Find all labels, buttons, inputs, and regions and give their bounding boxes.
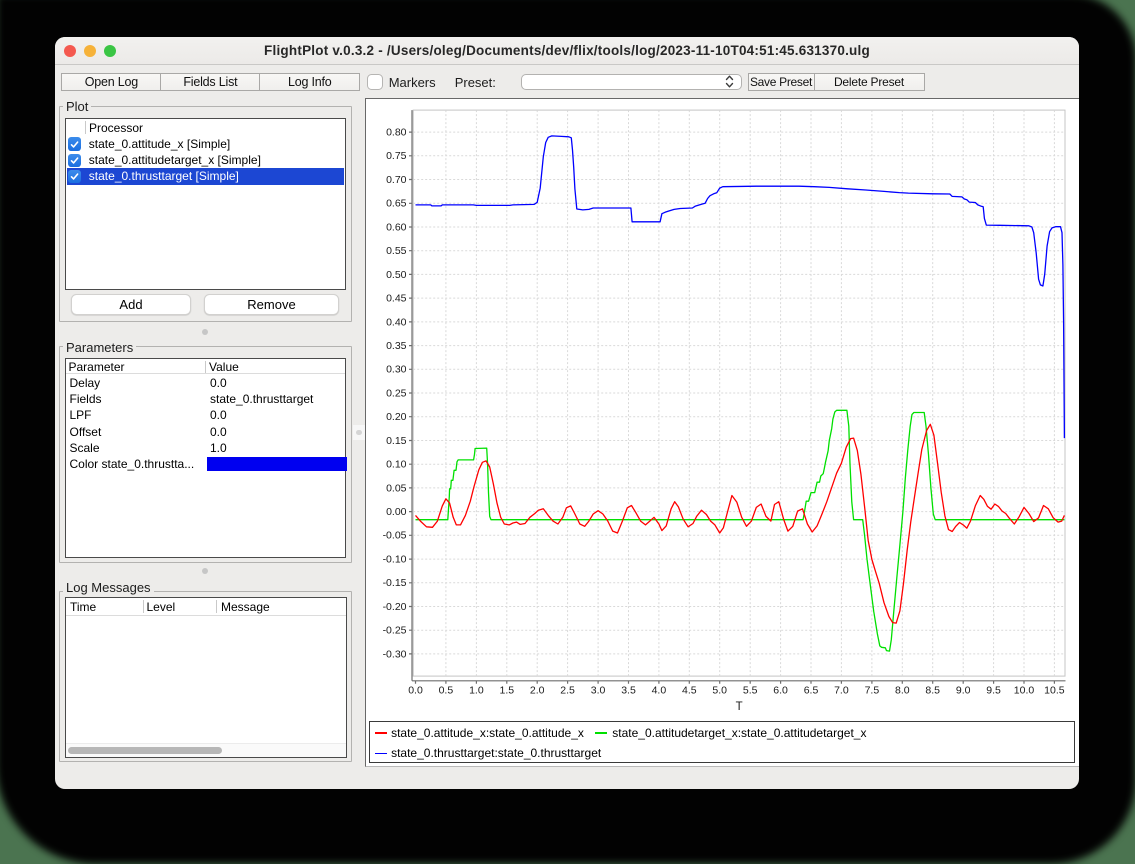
svg-text:0.65: 0.65 [386,197,407,209]
svg-text:9.0: 9.0 [956,684,971,696]
svg-text:1.0: 1.0 [469,684,484,696]
svg-text:8.0: 8.0 [895,684,910,696]
svg-text:-0.10: -0.10 [383,553,407,565]
svg-text:0.30: 0.30 [386,363,407,375]
svg-text:6.0: 6.0 [774,684,789,696]
svg-text:1.5: 1.5 [500,684,515,696]
svg-text:0.45: 0.45 [386,292,407,304]
svg-text:8.5: 8.5 [926,684,941,696]
svg-text:2.0: 2.0 [530,684,545,696]
svg-text:0.10: 0.10 [386,458,407,470]
svg-text:4.5: 4.5 [682,684,697,696]
svg-text:0.75: 0.75 [386,150,407,162]
svg-text:0.20: 0.20 [386,411,407,423]
svg-text:0.25: 0.25 [386,387,407,399]
svg-text:10.0: 10.0 [1014,684,1035,696]
svg-text:-0.30: -0.30 [383,648,407,660]
svg-text:6.5: 6.5 [804,684,819,696]
svg-text:4.0: 4.0 [652,684,667,696]
svg-text:-0.05: -0.05 [383,529,407,541]
svg-text:9.5: 9.5 [987,684,1002,696]
svg-text:0.55: 0.55 [386,245,407,257]
svg-text:0.60: 0.60 [386,221,407,233]
svg-text:0.80: 0.80 [386,126,407,138]
svg-text:3.5: 3.5 [621,684,636,696]
svg-text:7.0: 7.0 [834,684,849,696]
svg-text:0.15: 0.15 [386,434,407,446]
svg-text:-0.25: -0.25 [383,624,407,636]
svg-text:7.5: 7.5 [865,684,880,696]
svg-text:0.05: 0.05 [386,482,407,494]
svg-text:0.40: 0.40 [386,316,407,328]
svg-text:0.70: 0.70 [386,173,407,185]
svg-text:5.5: 5.5 [743,684,758,696]
svg-text:10.5: 10.5 [1044,684,1065,696]
svg-text:-0.15: -0.15 [383,577,407,589]
svg-text:0.00: 0.00 [386,506,407,518]
svg-text:0.0: 0.0 [408,684,423,696]
svg-text:3.0: 3.0 [591,684,606,696]
svg-text:T: T [736,700,743,712]
svg-text:0.5: 0.5 [439,684,454,696]
svg-text:-0.20: -0.20 [383,600,407,612]
svg-text:0.50: 0.50 [386,268,407,280]
svg-text:2.5: 2.5 [561,684,576,696]
svg-text:5.0: 5.0 [713,684,728,696]
svg-text:0.35: 0.35 [386,340,407,352]
